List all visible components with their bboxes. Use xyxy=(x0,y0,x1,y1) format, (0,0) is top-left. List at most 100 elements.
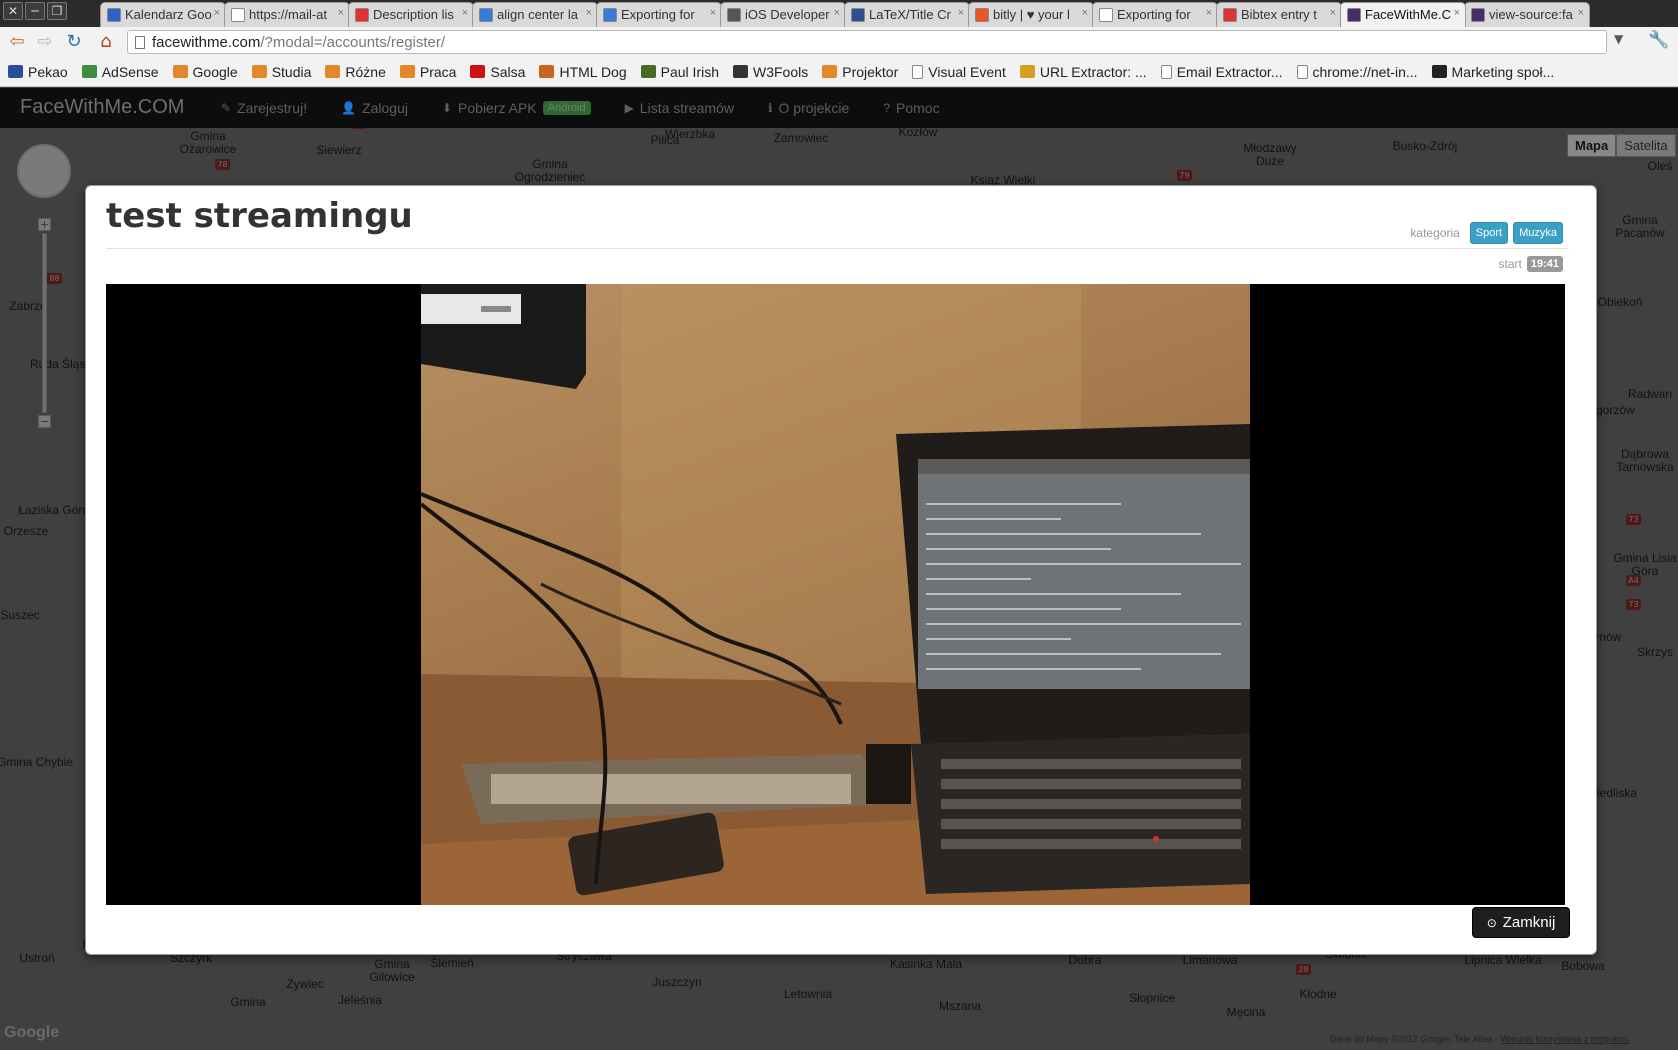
map-terms-link[interactable]: Warunki korzystania z programu xyxy=(1501,1034,1630,1044)
folder-icon xyxy=(251,65,267,78)
page-icon xyxy=(912,64,924,79)
history-dropdown-icon[interactable]: ▼ xyxy=(1614,32,1623,46)
nav-item[interactable]: ✎ Zarejestruj! xyxy=(221,100,307,116)
nav-item[interactable]: ▶ Lista streamów xyxy=(625,100,734,116)
nav-item-icon: ▶ xyxy=(624,101,634,115)
bookmark-item[interactable]: Paul Irish xyxy=(640,64,719,80)
tab-title: https://mail-at xyxy=(249,7,328,22)
bookmark-item[interactable]: Marketing społ... xyxy=(1431,64,1554,80)
browser-tab[interactable]: Bibtex entry t × xyxy=(1216,2,1342,27)
window-maximize-button[interactable]: ❐ xyxy=(47,2,67,20)
window-close-button[interactable]: ✕ xyxy=(3,2,23,20)
bookmark-label: HTML Dog xyxy=(559,63,627,80)
start-label: start xyxy=(1498,257,1522,271)
tab-title: Exporting for xyxy=(1117,7,1191,22)
bookmark-favicon-icon xyxy=(1019,65,1035,78)
nav-item-label: Zarejestruj! xyxy=(237,100,308,116)
nav-item[interactable]: ℹ O projekcie xyxy=(768,100,849,116)
map-type-map-button[interactable]: Mapa xyxy=(1567,134,1617,157)
tab-close-icon[interactable]: × xyxy=(586,7,592,19)
tab-close-icon[interactable]: × xyxy=(958,7,964,19)
tab-title: view-source:fa xyxy=(1489,7,1573,22)
bookmark-item[interactable]: chrome://net-in... xyxy=(1296,64,1418,80)
zoom-out-button[interactable]: − xyxy=(38,415,51,428)
close-modal-button[interactable]: ⊙ Zamknij xyxy=(1472,907,1570,938)
zoom-track[interactable] xyxy=(42,233,47,413)
browser-tab[interactable]: Kalendarz Goo × xyxy=(100,2,226,27)
bookmark-item[interactable]: Projektor xyxy=(822,64,898,80)
browser-tab[interactable]: align center la × xyxy=(472,2,598,27)
nav-item[interactable]: ⬇ Pobierz APK Android xyxy=(442,100,591,116)
tab-close-icon[interactable]: × xyxy=(1206,7,1212,19)
bookmark-label: AdSense xyxy=(101,63,159,80)
forward-button[interactable]: ⇨ xyxy=(34,31,56,53)
bookmark-item[interactable]: Praca xyxy=(399,64,456,80)
map-pan-control[interactable] xyxy=(17,144,71,198)
bookmark-label: Visual Event xyxy=(928,63,1006,80)
tab-title: Kalendarz Goo xyxy=(125,7,212,22)
video-player[interactable] xyxy=(106,284,1565,905)
tab-title: align center la xyxy=(497,7,578,22)
bookmark-item[interactable]: W3Fools xyxy=(733,64,808,80)
map-type-satellite-button[interactable]: Satelita xyxy=(1616,134,1676,157)
bookmark-item[interactable]: Studia xyxy=(251,64,311,80)
browser-tab[interactable]: view-source:fa × xyxy=(1464,2,1590,27)
tab-title: bitly | ♥ your l xyxy=(993,7,1070,22)
tab-favicon-icon xyxy=(727,8,741,22)
tab-close-icon[interactable]: × xyxy=(1082,7,1088,19)
tab-close-icon[interactable]: × xyxy=(834,7,840,19)
tab-close-icon[interactable]: × xyxy=(462,7,468,19)
modal-title: test streamingu xyxy=(106,196,413,236)
back-button[interactable]: ⇦ xyxy=(6,31,28,53)
bookmark-favicon-icon xyxy=(8,65,23,78)
map-copyright-text: Dane do Mapy ©2012 Google, Tele Atlas - xyxy=(1330,1034,1501,1044)
browser-tab[interactable]: https://mail-at × xyxy=(224,2,350,27)
tab-close-icon[interactable]: × xyxy=(214,7,220,19)
tab-close-icon[interactable]: × xyxy=(1578,7,1584,19)
browser-tab[interactable]: Exporting for × xyxy=(1092,2,1218,27)
tab-close-icon[interactable]: × xyxy=(338,7,344,19)
nav-item[interactable]: 👤 Zaloguj xyxy=(341,100,408,116)
map-zoom-slider[interactable]: + − xyxy=(38,218,51,438)
nav-item-label: Lista streamów xyxy=(639,100,734,116)
browser-tab[interactable]: iOS Developer × xyxy=(720,2,846,27)
bookmark-item[interactable]: Email Extractor... xyxy=(1160,64,1283,80)
bookmark-item[interactable]: Różne xyxy=(325,64,386,80)
tab-favicon-icon xyxy=(231,8,245,22)
tab-close-icon[interactable]: × xyxy=(1330,7,1336,19)
nav-item[interactable]: ? Pomoc xyxy=(883,100,939,116)
bookmark-item[interactable]: Pekao xyxy=(8,64,68,80)
browser-tab[interactable]: LaTeX/Title Cr × xyxy=(844,2,970,27)
folder-icon xyxy=(399,65,415,78)
browser-tab[interactable]: Description lis × xyxy=(348,2,474,27)
video-frame-image xyxy=(421,284,1250,905)
bookmark-item[interactable]: Salsa xyxy=(470,64,525,80)
address-bar[interactable]: facewithme.com/?modal=/accounts/register… xyxy=(127,30,1607,54)
browser-tab[interactable]: Exporting for × xyxy=(596,2,722,27)
wrench-menu-icon[interactable]: 🔧 xyxy=(1648,30,1669,50)
tab-close-icon[interactable]: × xyxy=(710,7,716,19)
video-frame[interactable] xyxy=(421,284,1250,905)
browser-tab[interactable]: bitly | ♥ your l × xyxy=(968,2,1094,27)
category-tag-muzyka[interactable]: Muzyka xyxy=(1513,222,1563,244)
bookmark-item[interactable]: Google xyxy=(172,64,238,80)
reload-button[interactable]: ↻ xyxy=(63,31,85,53)
bookmark-item[interactable]: URL Extractor: ... xyxy=(1019,64,1147,80)
browser-tab[interactable]: FaceWithMe.C × xyxy=(1340,2,1466,27)
category-tag-sport[interactable]: Sport xyxy=(1469,222,1509,244)
bookmark-item[interactable]: HTML Dog xyxy=(539,63,627,80)
site-brand[interactable]: FaceWithMe.COM xyxy=(20,96,184,119)
window-minimize-button[interactable]: ─ xyxy=(25,2,45,20)
bookmark-favicon-icon xyxy=(81,65,97,78)
tab-favicon-icon xyxy=(107,8,121,22)
zoom-in-button[interactable]: + xyxy=(38,218,51,231)
tab-close-icon[interactable]: × xyxy=(1454,7,1460,19)
home-button[interactable]: ⌂ xyxy=(95,31,117,53)
modal-divider xyxy=(106,248,1569,249)
tab-favicon-icon xyxy=(355,8,369,22)
bookmark-label: Projektor xyxy=(842,63,899,80)
start-time-badge: 19:41 xyxy=(1526,256,1563,272)
bookmark-item[interactable]: AdSense xyxy=(81,63,159,80)
close-button-label: Zamknij xyxy=(1502,914,1556,931)
bookmark-item[interactable]: Visual Event xyxy=(912,64,1006,80)
